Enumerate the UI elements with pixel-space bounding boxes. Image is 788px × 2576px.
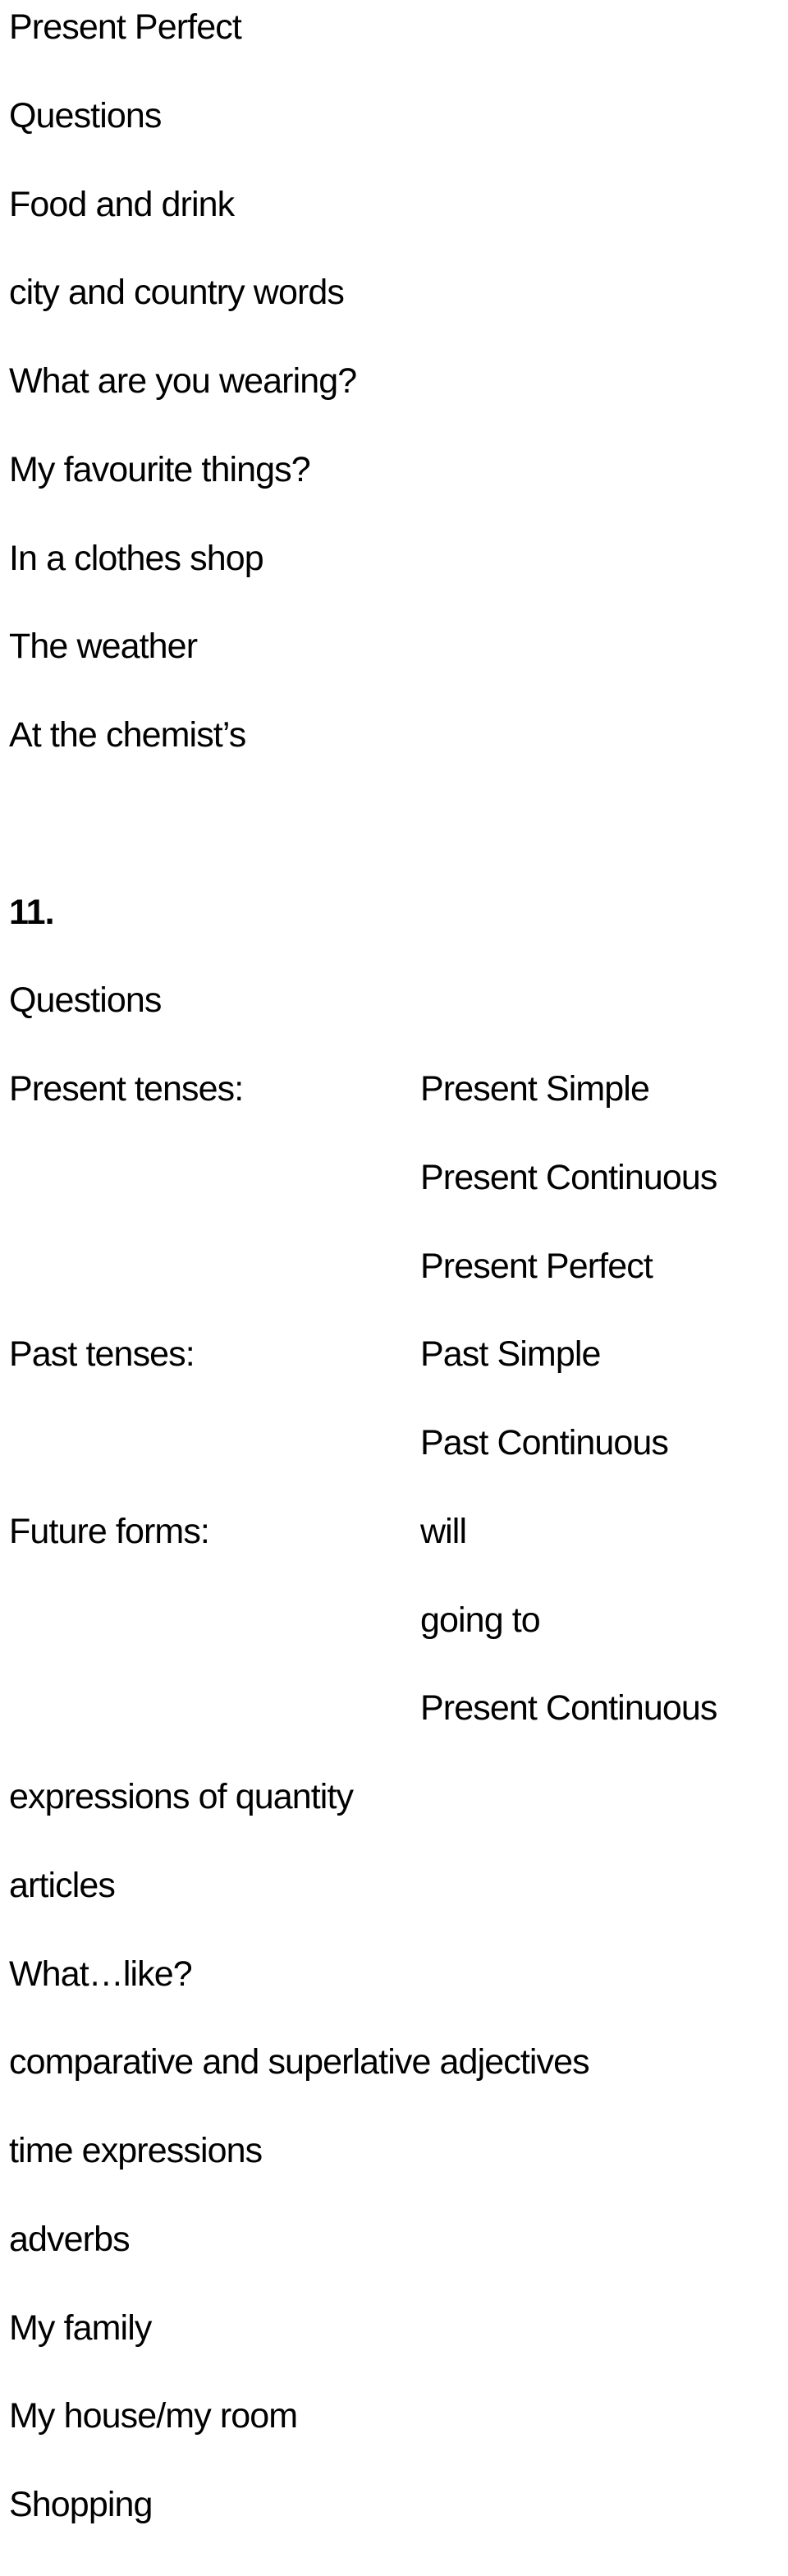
document-page: Present Perfect Questions Food and drink… <box>0 0 788 2528</box>
grammar-item: Present Perfect <box>420 1247 653 1286</box>
grammar-item: going to <box>420 1600 541 1640</box>
topic-item: What are you wearing? <box>9 361 357 401</box>
grammar-item: Present Continuous <box>420 1158 717 1197</box>
topic-item: The weather <box>9 627 198 666</box>
topic-item: articles <box>9 1866 116 1905</box>
section-number-heading: 11. <box>9 893 55 932</box>
grammar-item: Past Simple <box>420 1334 601 1374</box>
grammar-group-label: Past tenses: <box>9 1334 195 1374</box>
topic-item: comparative and superlative adjectives <box>9 2042 590 2082</box>
topic-item: Questions <box>9 96 162 135</box>
topic-item: My favourite things? <box>9 450 311 489</box>
grammar-group-label: Future forms: <box>9 1512 210 1551</box>
topic-item: In a clothes shop <box>9 539 264 578</box>
topic-item: Present Perfect <box>9 7 242 47</box>
topic-item: Food and drink <box>9 185 235 224</box>
grammar-item: Present Simple <box>420 1069 650 1109</box>
grammar-group-label: Present tenses: <box>9 1069 244 1109</box>
grammar-item: Past Continuous <box>420 1423 669 1462</box>
topic-item: At the chemist’s <box>9 715 246 755</box>
topic-item: city and country words <box>9 273 345 312</box>
section-intro: Questions <box>9 980 162 1020</box>
topic-item: My house/my room <box>9 2396 298 2436</box>
topic-item: Shopping <box>9 2485 153 2524</box>
grammar-item: Present Continuous <box>420 1688 717 1728</box>
grammar-item: will <box>420 1512 467 1551</box>
topic-item: adverbs <box>9 2220 131 2259</box>
topic-item: My family <box>9 2308 152 2348</box>
topic-item: time expressions <box>9 2131 263 2170</box>
topic-item: expressions of quantity <box>9 1777 354 1816</box>
topic-item: What…like? <box>9 1954 193 1994</box>
